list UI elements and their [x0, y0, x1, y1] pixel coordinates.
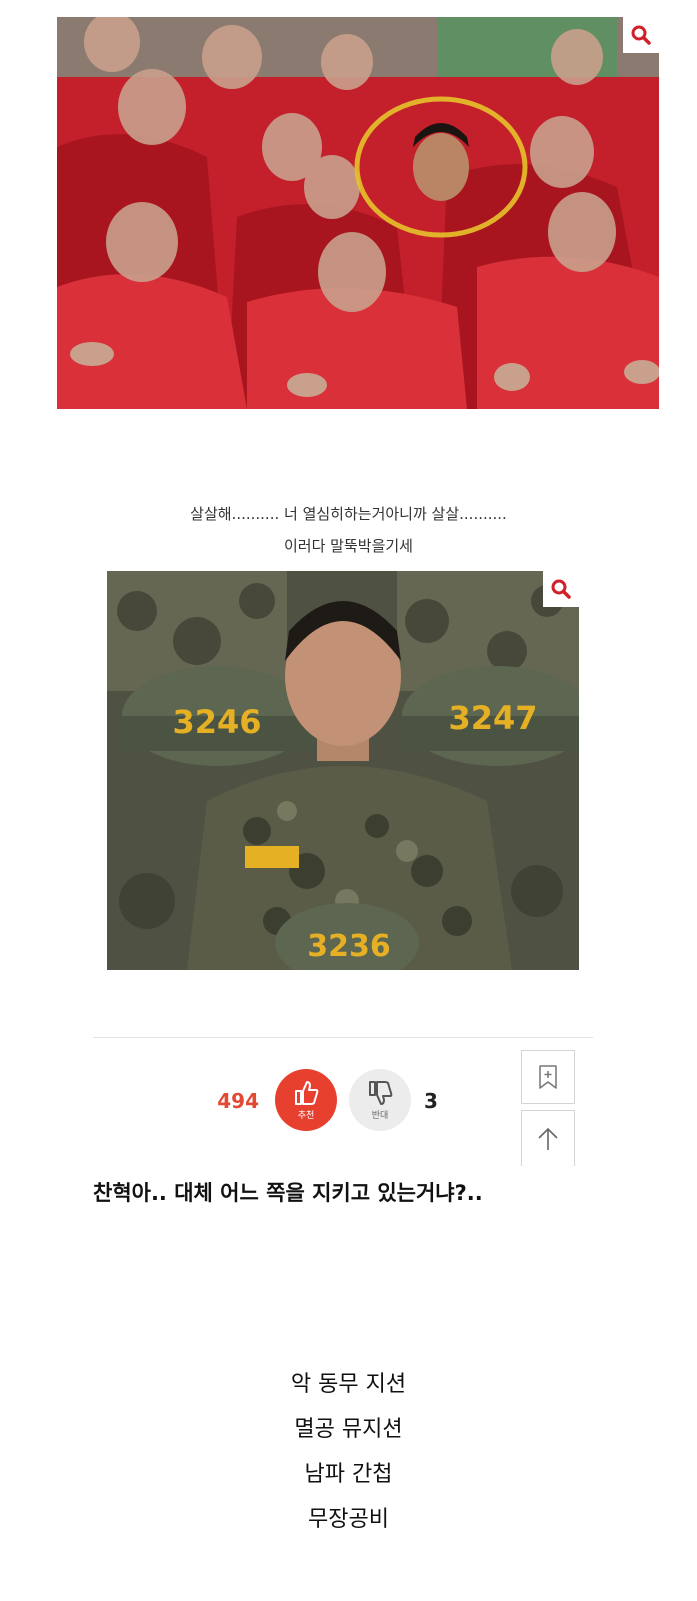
helmet-number-front: 3236 [307, 929, 391, 964]
comment-text: 찬혁아.. 대체 어느 쪽을 지키고 있는거냐?.. [93, 1181, 483, 1205]
tag-list: 악 동무 지션 멸공 뮤지션 남파 간첩 무장공비 [0, 1362, 697, 1542]
downvote-button[interactable]: 반대 [349, 1069, 411, 1131]
search-icon [631, 25, 651, 45]
caption-line: 이러다 말뚝박을기세 [284, 537, 413, 555]
search-icon [551, 579, 571, 599]
tag-line: 멸공 뮤지션 [294, 1417, 403, 1442]
downvote-count: 3 [424, 1089, 438, 1113]
upvote-label: 추천 [297, 1111, 315, 1121]
photo-red-uniform-group[interactable] [57, 17, 659, 409]
tag-line: 무장공비 [308, 1507, 389, 1532]
photo-marine-camouflage[interactable]: 3246 3247 3236 [107, 571, 579, 970]
caption-line: 살살해.......... 너 열심히하는거아니까 살살.......... [190, 505, 507, 523]
downvote-label: 반대 [371, 1111, 389, 1121]
helmet-number-left: 3246 [172, 703, 261, 741]
marine-camouflage-illustration: 3246 3247 3236 [107, 571, 579, 970]
bookmark-add-icon [539, 1065, 557, 1089]
divider [93, 1037, 593, 1038]
upvote-count: 494 [217, 1089, 259, 1113]
upvote-button[interactable]: 추천 [275, 1069, 337, 1131]
zoom-button[interactable] [543, 571, 579, 607]
thumbs-up-icon [295, 1081, 319, 1105]
tag-line: 악 동무 지션 [290, 1372, 407, 1397]
thumbs-down-icon [369, 1081, 393, 1105]
tag-line: 남파 간첩 [304, 1462, 393, 1487]
zoom-button[interactable] [623, 17, 659, 53]
scroll-top-button[interactable] [521, 1110, 575, 1166]
red-uniform-illustration [57, 17, 659, 409]
arrow-up-icon [538, 1127, 558, 1150]
bookmark-button[interactable] [521, 1050, 575, 1104]
helmet-number-right: 3247 [448, 699, 537, 737]
post-caption: 살살해.......... 너 열심히하는거아니까 살살.......... 이… [0, 498, 697, 562]
